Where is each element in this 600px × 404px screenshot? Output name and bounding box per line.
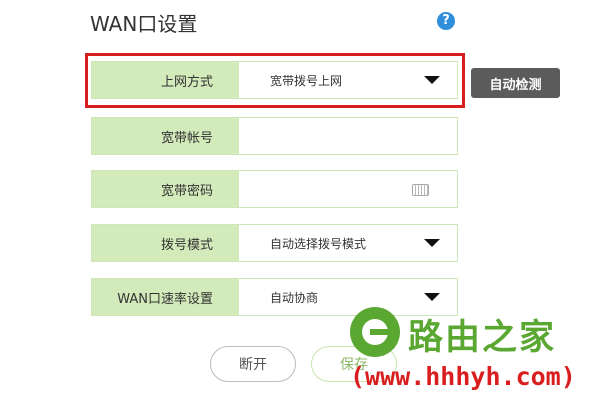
watermark-url: (www.hhhyh.com) xyxy=(350,362,576,391)
dropdown-arrow-icon[interactable] xyxy=(424,293,440,301)
highlight-box xyxy=(85,53,465,108)
wan-speed-select[interactable]: WAN口速率设置 自动协商 xyxy=(91,278,458,316)
dial-mode-value: 自动选择拨号模式 xyxy=(270,236,367,251)
account-label: 宽带帐号 xyxy=(92,118,239,154)
dial-mode-select[interactable]: 拨号模式 自动选择拨号模式 xyxy=(91,224,458,262)
auto-detect-button[interactable]: 自动检测 xyxy=(471,68,560,98)
watermark-logo-bar xyxy=(370,329,392,335)
disconnect-button[interactable]: 断开 xyxy=(210,346,296,382)
account-field[interactable]: 宽带帐号 xyxy=(91,117,458,155)
password-label: 宽带密码 xyxy=(92,171,239,207)
wan-speed-label: WAN口速率设置 xyxy=(92,279,239,315)
dropdown-arrow-icon[interactable] xyxy=(424,239,440,247)
page-title: WAN口设置 xyxy=(90,12,198,36)
dial-mode-label: 拨号模式 xyxy=(92,225,239,261)
help-icon[interactable]: ? xyxy=(437,12,455,30)
password-field[interactable]: 宽带密码 xyxy=(91,170,458,208)
keyboard-icon[interactable] xyxy=(412,184,429,196)
wan-speed-value: 自动协商 xyxy=(270,290,319,305)
watermark-brand: 路由之家 xyxy=(408,318,557,358)
